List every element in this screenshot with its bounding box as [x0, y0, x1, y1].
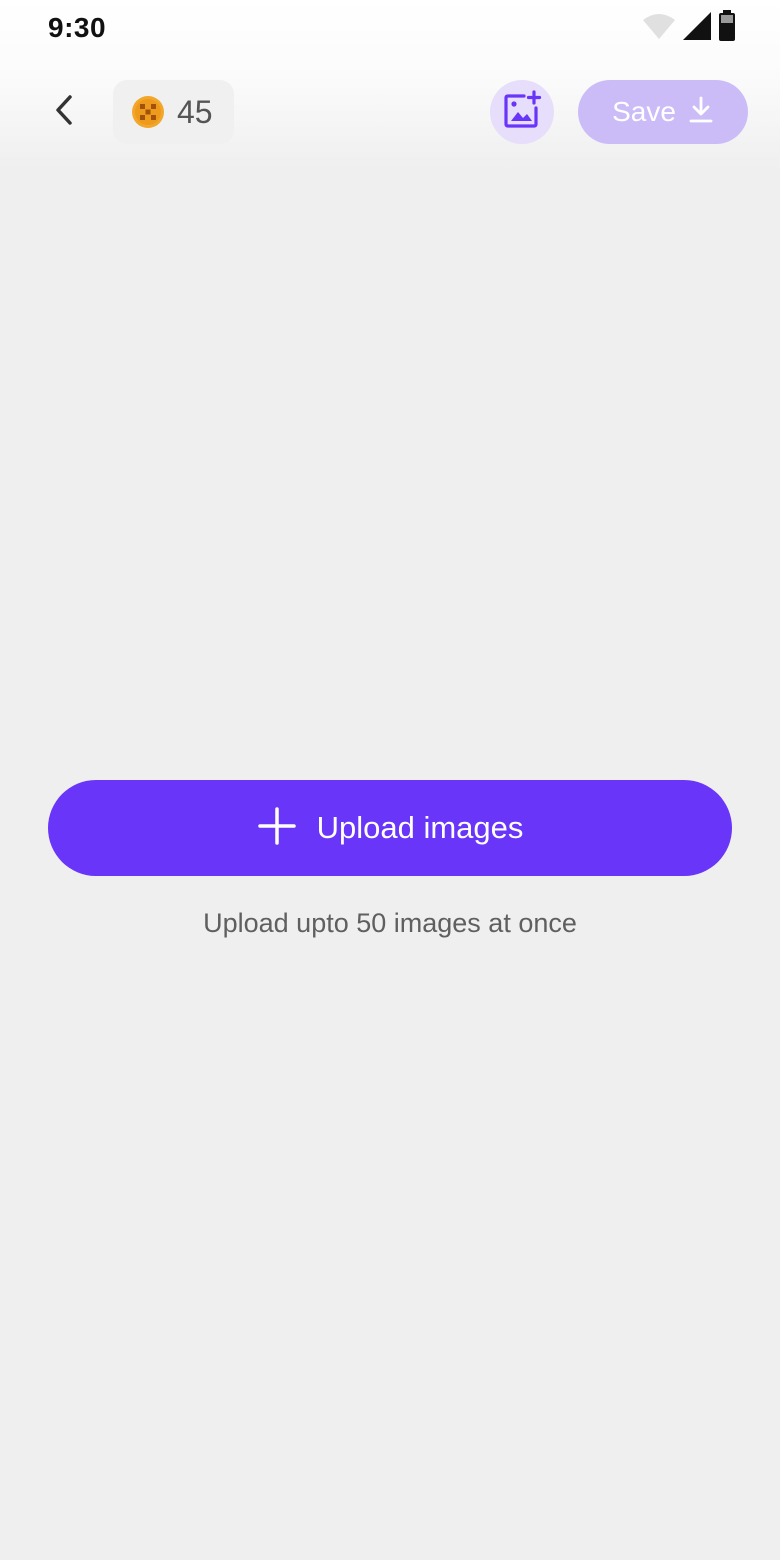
upload-images-button[interactable]: Upload images	[48, 780, 732, 876]
cell-signal-icon	[682, 11, 712, 46]
toolbar: 45 Save	[0, 80, 780, 144]
plus-icon	[257, 806, 297, 851]
credits-count: 45	[177, 93, 213, 130]
save-button-label: Save	[612, 96, 676, 127]
chevron-left-icon	[52, 93, 76, 132]
status-bar: 9:30	[0, 0, 780, 56]
status-time: 9:30	[48, 12, 107, 43]
battery-icon	[718, 9, 736, 47]
upload-hint: Upload upto 50 images at once	[203, 908, 577, 938]
status-icons	[642, 9, 736, 47]
back-button[interactable]	[40, 88, 88, 136]
credits-chip[interactable]: 45	[113, 80, 234, 144]
upload-images-label: Upload images	[316, 810, 524, 845]
add-photo-icon	[502, 89, 542, 135]
wifi-icon	[642, 11, 676, 46]
save-button[interactable]: Save	[578, 80, 748, 144]
coin-icon	[131, 95, 165, 129]
download-icon	[688, 96, 714, 129]
add-image-button[interactable]	[490, 80, 554, 144]
